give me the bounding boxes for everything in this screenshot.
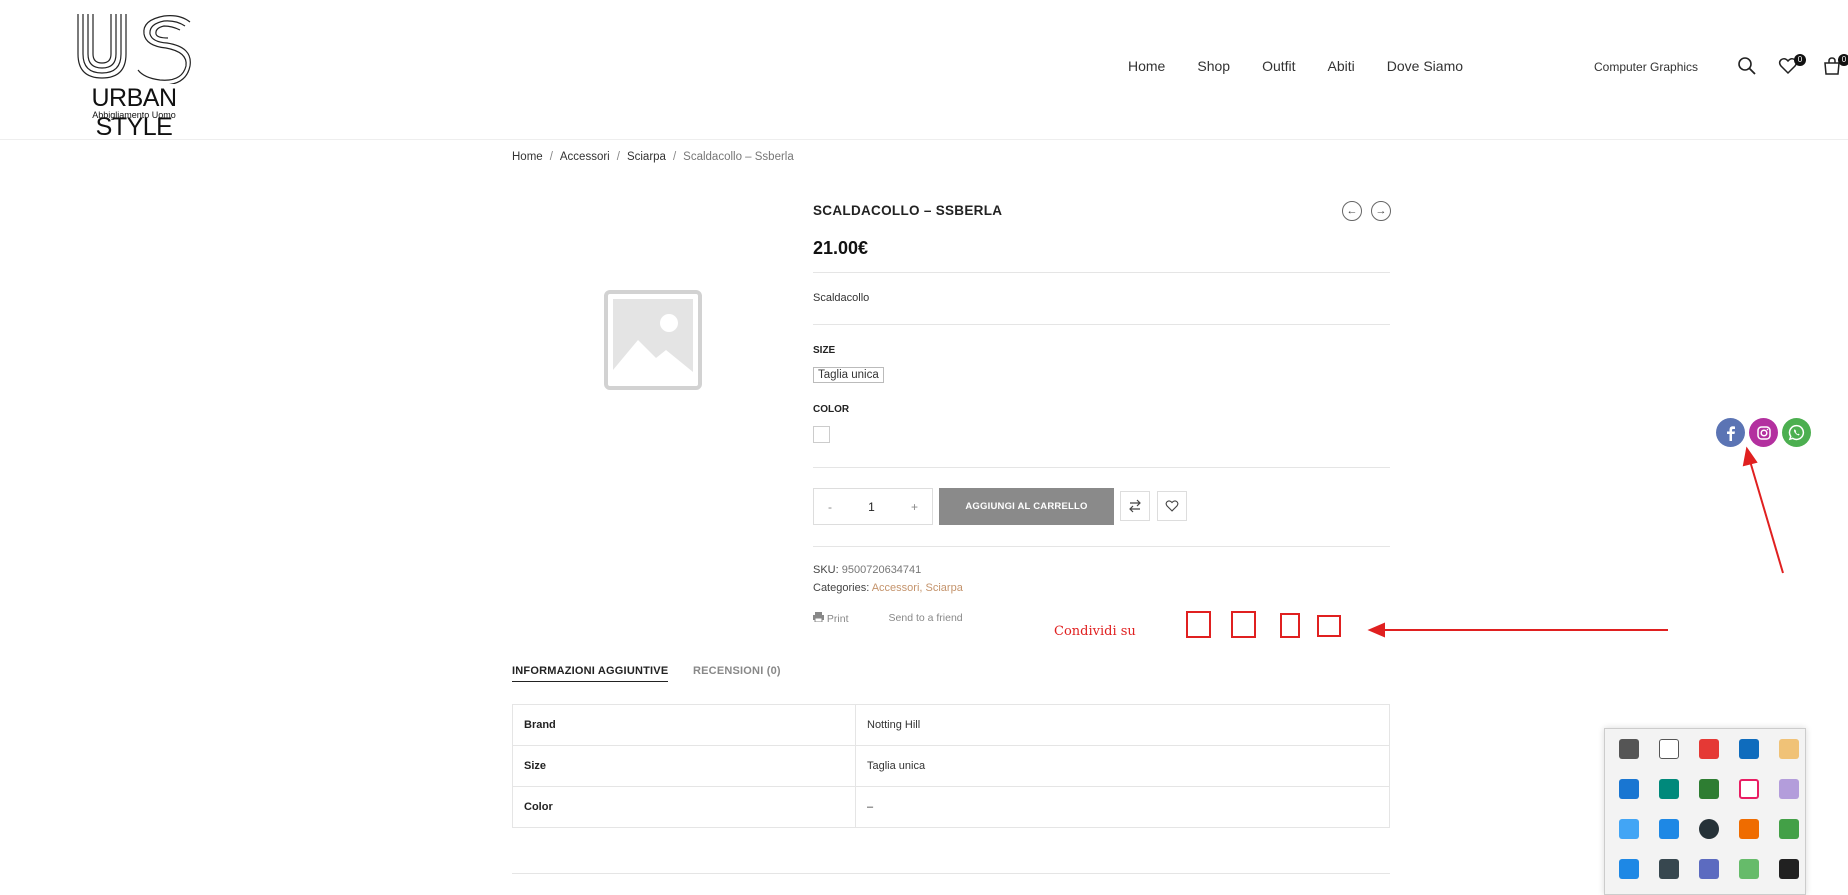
attribute-name: Brand: [512, 704, 856, 746]
security-shield-icon[interactable]: [1659, 779, 1679, 799]
vpn-icon[interactable]: [1699, 779, 1719, 799]
annotation-arrowhead-horizontal: [1367, 622, 1385, 638]
usb-drive-icon[interactable]: [1659, 739, 1679, 759]
bluetooth-icon[interactable]: [1659, 819, 1679, 839]
checkmark-app-icon[interactable]: [1739, 859, 1759, 879]
antivirus-icon[interactable]: [1779, 819, 1799, 839]
monitor-icon[interactable]: [1659, 859, 1679, 879]
system-tray-overflow: [1604, 728, 1806, 895]
tab-informazioni-aggiuntive[interactable]: INFORMAZIONI AGGIUNTIVE: [512, 665, 669, 682]
instagram-icon: [1756, 425, 1771, 440]
whatsapp-button[interactable]: [1782, 418, 1811, 447]
outlook-icon[interactable]: [1739, 739, 1759, 759]
annotation-arrowhead-diagonal: [1742, 446, 1758, 467]
display-icon[interactable]: [1619, 739, 1639, 759]
teams-icon[interactable]: [1699, 859, 1719, 879]
dropbox-style-icon[interactable]: [1779, 859, 1799, 879]
table-row: Color –: [512, 786, 1390, 828]
creative-cloud-icon[interactable]: [1739, 819, 1759, 839]
divider: [512, 873, 1390, 874]
additional-info-table: Brand Notting Hill Size Taglia unica Col…: [512, 704, 1390, 828]
annotation-arrow-diagonal: [1749, 460, 1784, 574]
attribute-value: –: [855, 786, 1390, 828]
attribute-value: Taglia unica: [855, 745, 1390, 787]
facebook-icon: [1726, 425, 1735, 441]
circle-app-icon[interactable]: [1699, 819, 1719, 839]
instagram-button[interactable]: [1749, 418, 1778, 447]
screen-record-icon[interactable]: [1699, 739, 1719, 759]
attribute-value: Notting Hill: [855, 704, 1390, 746]
tab-recensioni[interactable]: RECENSIONI (0): [693, 665, 781, 677]
table-row: Brand Notting Hill: [512, 704, 1390, 746]
page: URBAN STYLE Abbigliamento Uomo Home Shop…: [0, 0, 1848, 895]
facebook-button[interactable]: [1716, 418, 1745, 447]
table-row: Size Taglia unica: [512, 745, 1390, 787]
attribute-name: Size: [512, 745, 856, 787]
mail-icon[interactable]: [1779, 739, 1799, 759]
whatsapp-icon: [1788, 424, 1805, 441]
attribute-name: Color: [512, 786, 856, 828]
network-sync-icon[interactable]: [1619, 859, 1639, 879]
feather-pen-icon[interactable]: [1779, 779, 1799, 799]
storage-sync-icon[interactable]: [1619, 779, 1639, 799]
color-wheel-icon[interactable]: [1739, 779, 1759, 799]
defender-icon[interactable]: [1619, 819, 1639, 839]
